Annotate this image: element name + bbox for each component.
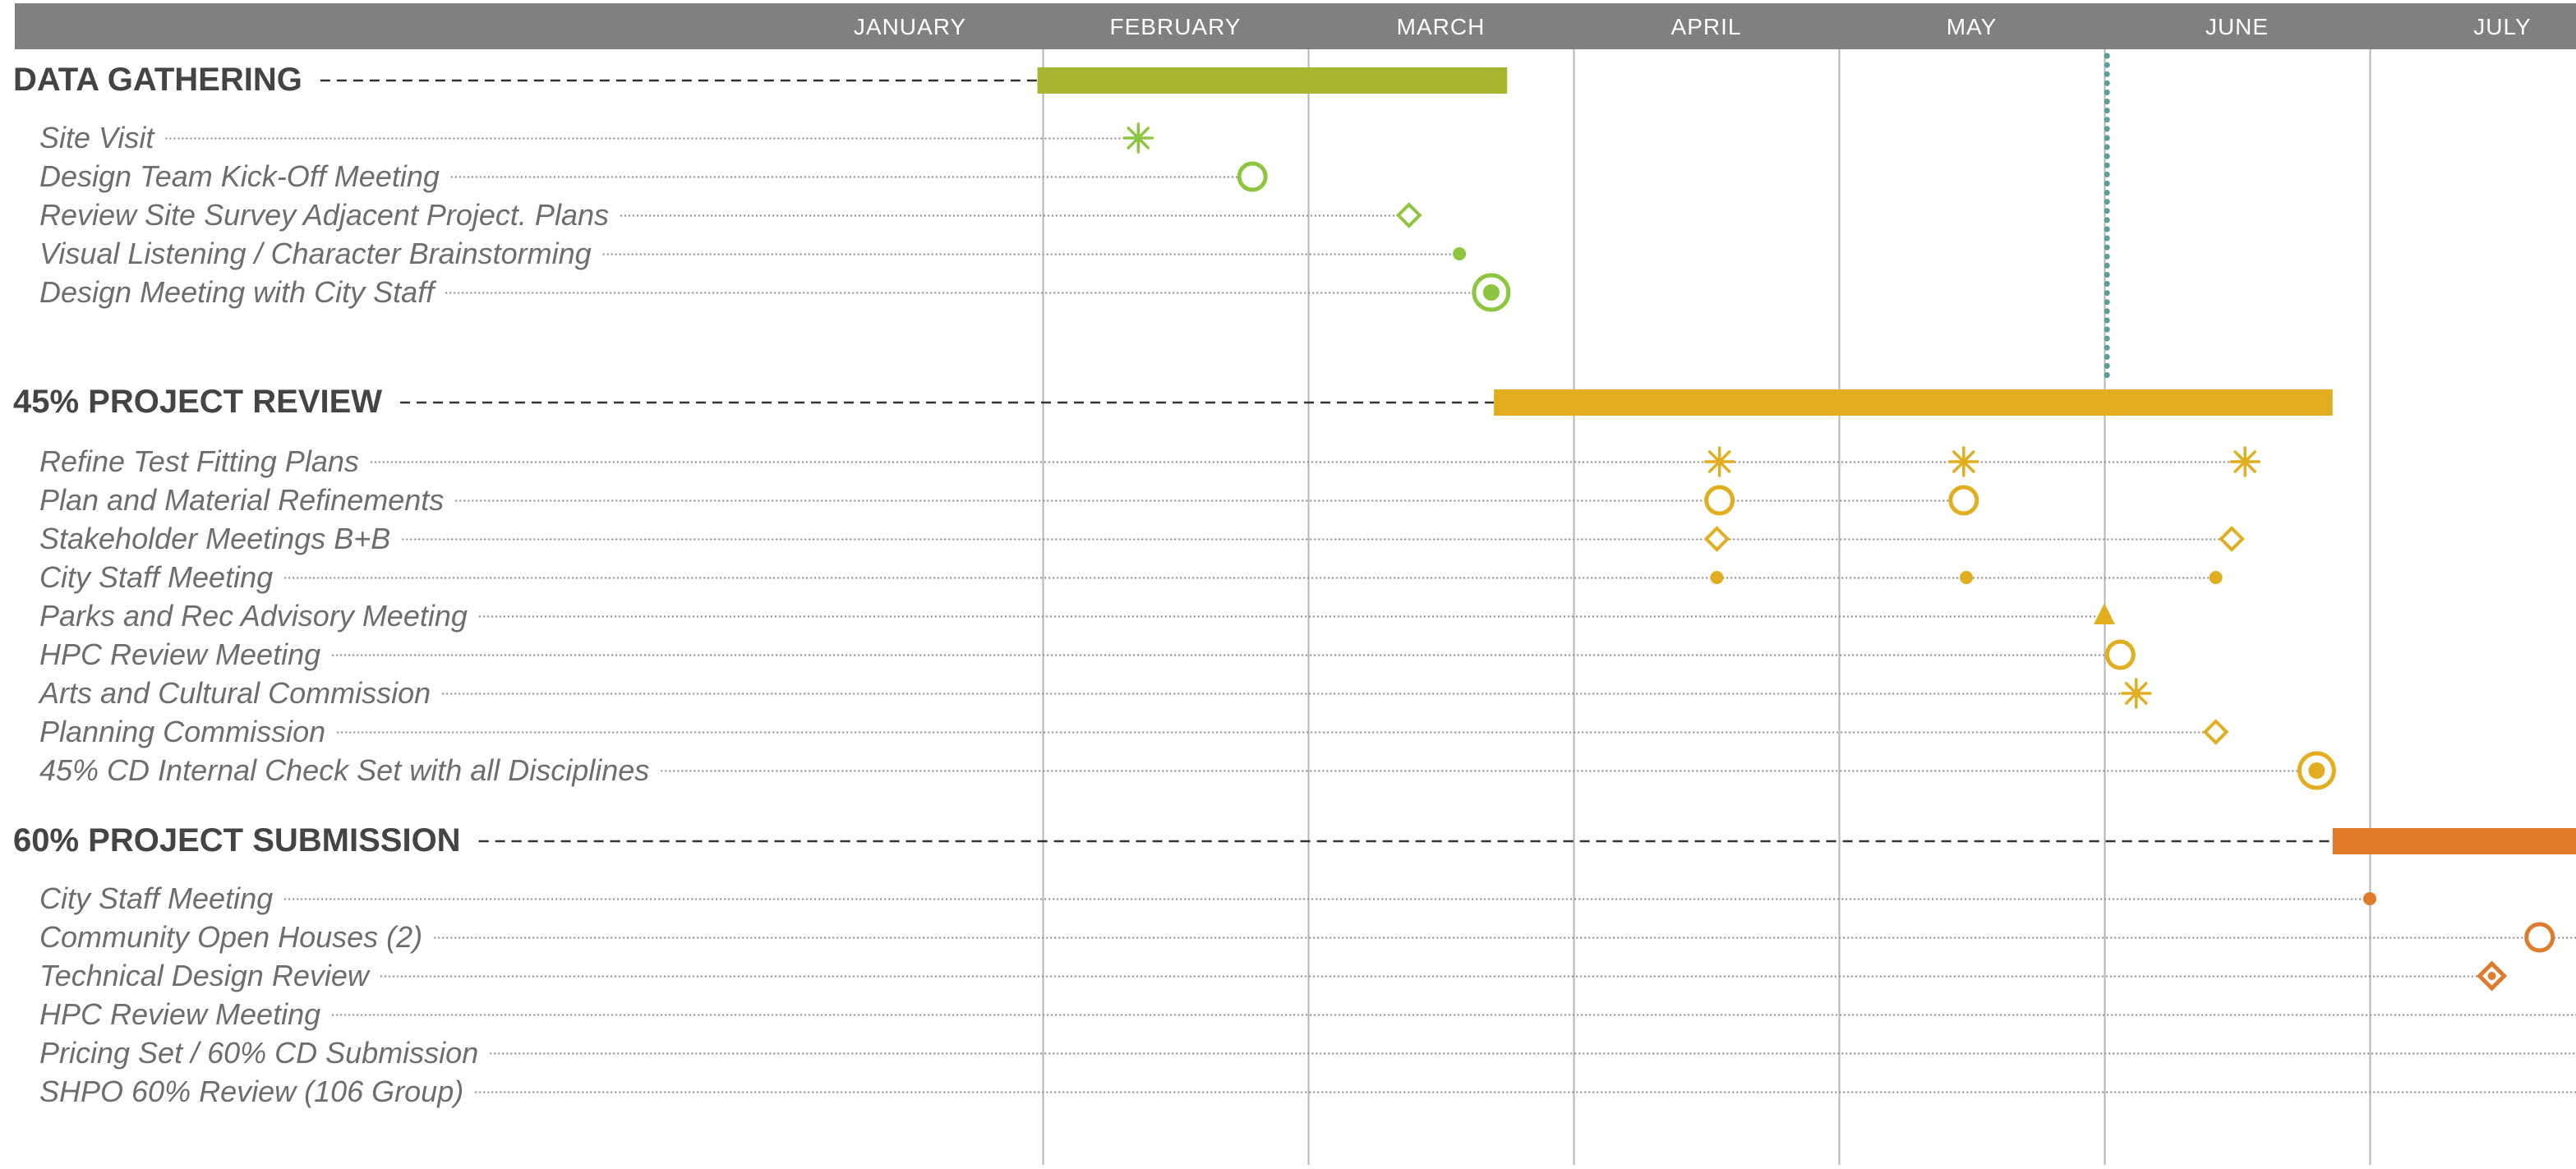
task-label: Plan and Material Refinements — [39, 483, 444, 517]
circle-icon — [1948, 485, 1979, 516]
circle-icon — [2104, 639, 2136, 670]
task-row: Planning Commission — [39, 715, 2229, 748]
dot-icon — [1960, 571, 1974, 584]
phase-title: 60% PROJECT SUBMISSION — [13, 822, 461, 858]
phase-section: 45% PROJECT REVIEW Refine Test Fitting Pl… — [13, 384, 2336, 790]
asterisk-icon — [2229, 446, 2260, 477]
task-row: Visual Listening / Character Brainstormi… — [39, 237, 1467, 270]
target-icon — [2297, 751, 2336, 790]
month-label: MARCH — [1397, 14, 1486, 39]
task-label: Refine Test Fitting Plans — [39, 444, 359, 478]
phase-bar — [1037, 67, 1508, 94]
task-label: City Staff Meeting — [39, 560, 273, 594]
task-row: 45% CD Internal Check Set with all Disci… — [39, 751, 2336, 790]
asterisk-icon — [1948, 446, 1979, 477]
phase-bar — [1494, 389, 2333, 416]
month-label: MAY — [1947, 14, 1998, 39]
task-label: City Staff Meeting — [39, 881, 273, 915]
task-label: Parks and Rec Advisory Meeting — [39, 599, 468, 633]
task-label: Pricing Set / 60% CD Submission — [39, 1036, 478, 1070]
month-label: APRIL — [1671, 14, 1742, 39]
task-row: City Staff Meeting — [39, 560, 2223, 594]
task-row: Arts and Cultural Commission — [38, 676, 2152, 710]
gantt-timeline: JANUARY FEBRUARY MARCH APRIL MAY JUNE JULY DATA… — [13, 3, 2576, 1165]
task-label: Stakeholder Meetings B+B — [39, 522, 390, 555]
task-label: Site Visit — [39, 121, 155, 154]
task-label: Technical Design Review — [39, 959, 371, 992]
phase-title: DATA GATHERING — [13, 62, 302, 98]
task-label: Arts and Cultural Commission — [38, 676, 431, 710]
task-label: Design Meeting with City Staff — [39, 275, 437, 309]
circle-icon — [1704, 485, 1735, 516]
task-row: Site Visit — [39, 121, 1154, 154]
task-label: Review Site Survey Adjacent Project. Pla… — [39, 198, 609, 232]
task-label: Visual Listening / Character Brainstormi… — [39, 237, 592, 270]
task-label: HPC Review Meeting — [39, 637, 320, 671]
task-row: Design Meeting with City Staff — [39, 273, 1511, 312]
dot-icon — [1453, 247, 1467, 260]
task-row: City Staff Meeting — [39, 881, 2376, 915]
diamond-icon — [2202, 719, 2229, 745]
task-label: Planning Commission — [39, 715, 325, 748]
month-label: JULY — [2473, 14, 2531, 39]
diamond-dot-icon — [2477, 960, 2508, 992]
task-row: Refine Test Fitting Plans — [39, 444, 2260, 478]
task-row: Review Site Survey Adjacent Project. Pla… — [39, 198, 1422, 232]
month-label: JUNE — [2205, 14, 2269, 39]
task-row: HPC Review Meeting — [39, 637, 2136, 671]
target-icon — [1472, 273, 1511, 312]
task-row: Plan and Material Refinements — [39, 483, 1979, 517]
task-row: Technical Design Review — [39, 959, 2508, 992]
task-row: Parks and Rec Advisory Meeting — [39, 599, 2115, 633]
task-label: 45% CD Internal Check Set with all Disci… — [39, 753, 649, 787]
task-row: Design Team Kick-Off Meeting — [39, 159, 1268, 193]
task-label: Community Open Houses (2) — [39, 920, 422, 954]
diamond-icon — [2219, 526, 2245, 552]
dot-icon — [2209, 571, 2223, 584]
diamond-icon — [1703, 526, 1730, 552]
month-label: FEBRUARY — [1110, 14, 1242, 39]
dot-icon — [2363, 892, 2376, 905]
diamond-icon — [1395, 202, 1422, 228]
dot-icon — [1710, 571, 1724, 584]
triangle-icon — [2094, 603, 2115, 624]
task-row: Stakeholder Meetings B+B — [39, 522, 2245, 555]
task-label: Design Team Kick-Off Meeting — [39, 159, 440, 193]
phase-title: 45% PROJECT REVIEW — [13, 384, 382, 420]
task-label: HPC Review Meeting — [39, 997, 320, 1031]
asterisk-icon — [2121, 678, 2152, 709]
asterisk-icon — [1703, 446, 1735, 477]
month-header-band — [15, 3, 2576, 49]
phase-section: DATA GATHERING Site Visit Design Team Kick… — [13, 62, 1511, 312]
phase-section: 60% PROJECT SUBMISSION City Staff Meeting… — [13, 822, 2576, 1108]
phase-bar — [2332, 828, 2576, 854]
circle-icon — [1237, 161, 1268, 192]
month-label: JANUARY — [854, 14, 966, 39]
asterisk-icon — [1122, 122, 1154, 154]
circle-icon — [2524, 922, 2555, 953]
task-label: SHPO 60% Review (106 Group) — [39, 1075, 463, 1108]
